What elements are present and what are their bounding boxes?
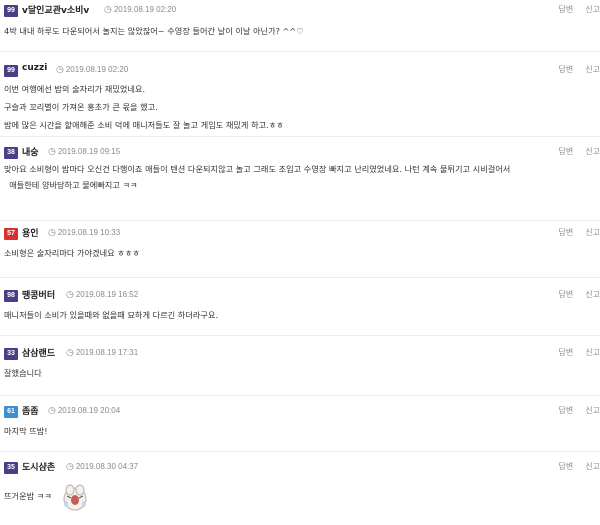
- comment-timestamp: ◷ 2019.08.19 10:33: [48, 227, 121, 237]
- comment-body: 이번 여행에선 밤의 술자리가 재밌었네요. 구슬과 꼬리별이 가져온 홍초가 …: [4, 80, 594, 134]
- comment-actions: 답변 신고: [547, 4, 600, 15]
- comment-timestamp: ◷ 2019.08.19 20:04: [48, 405, 121, 415]
- report-button[interactable]: 신고: [585, 5, 600, 14]
- comment-item: 61 좀좀 ◷ 2019.08.19 20:04 답변 신고 마지막 뜨밤!: [0, 396, 600, 452]
- comment-author[interactable]: 내숭: [22, 145, 39, 158]
- comment-timestamp: ◷ 2019.08.19 09:15: [48, 146, 121, 156]
- comment-author[interactable]: cuzzi: [22, 63, 47, 73]
- comment-actions: 답변 신고: [547, 347, 600, 358]
- comment-author[interactable]: 삼삼랜드: [22, 346, 55, 359]
- report-button[interactable]: 신고: [585, 65, 600, 74]
- report-button[interactable]: 신고: [585, 147, 600, 156]
- level-badge: 99: [4, 65, 18, 77]
- comment-author[interactable]: 땡콩버터: [22, 288, 55, 301]
- comment-author[interactable]: 용인: [22, 226, 39, 239]
- reply-button[interactable]: 답변: [559, 147, 574, 156]
- level-badge: 38: [4, 147, 18, 159]
- comment-text: 밤에 많은 시간을 할애해준 소비 덕에 매니저들도 잘 놀고 게임도 재밌게 …: [4, 120, 284, 130]
- report-button[interactable]: 신고: [585, 462, 600, 471]
- comment-body: 뜨거운밤 ㅋㅋ: [4, 480, 594, 512]
- clock-icon: ◷: [66, 289, 74, 299]
- comment-body: 4박 내내 하루도 다운되어서 놀지는 않았잖어~ 수영장 들어간 날이 이날 …: [4, 22, 594, 40]
- comment-item: 57 용인 ◷ 2019.08.19 10:33 답변 신고 소비형은 술자리마다 …: [0, 221, 600, 278]
- report-button[interactable]: 신고: [585, 348, 600, 357]
- comment-timestamp: ◷ 2019.08.30 04:37: [66, 461, 139, 471]
- clock-icon: ◷: [66, 347, 74, 357]
- reply-button[interactable]: 답변: [559, 65, 574, 74]
- report-button[interactable]: 신고: [585, 290, 600, 299]
- clock-icon: ◷: [48, 146, 56, 156]
- comment-author[interactable]: 도시샴촌: [22, 460, 55, 473]
- reply-button[interactable]: 답변: [559, 5, 574, 14]
- comment-text: 4박 내내 하루도 다운되어서 놀지는 않았잖어~ 수영장 들어간 날이 이날 …: [4, 26, 304, 36]
- comment-text: 매니저들이 소비가 있을때와 없을때 묘하게 다르긴 하더라구요.: [4, 310, 219, 320]
- comment-item: 99 cuzzi ◷ 2019.08.19 02:20 답변 신고 이번 여행에선 …: [0, 52, 600, 137]
- comment-body: 마지막 뜨밤!: [4, 422, 594, 440]
- reply-button[interactable]: 답변: [559, 290, 574, 299]
- clock-icon: ◷: [48, 227, 56, 237]
- reply-button[interactable]: 답변: [559, 462, 574, 471]
- comment-item: 35 도시샴촌 ◷ 2019.08.30 04:37 답변 신고 뜨거운밤 ㅋㅋ: [0, 452, 600, 525]
- comment-item: 33 삼삼랜드 ◷ 2019.08.19 17:31 답변 신고 잘했습니다: [0, 336, 600, 396]
- clock-icon: ◷: [56, 64, 64, 74]
- report-button[interactable]: 신고: [585, 228, 600, 237]
- comment-actions: 답변 신고: [547, 461, 600, 472]
- comment-text: 마지막 뜨밤!: [4, 426, 48, 436]
- reply-button[interactable]: 답변: [559, 348, 574, 357]
- comment-body: 소비형은 술자리마다 가야겠네요 ㅎㅎㅎ: [4, 244, 594, 262]
- level-badge: 61: [4, 406, 18, 418]
- comment-actions: 답변 신고: [547, 64, 600, 75]
- comment-timestamp: ◷ 2019.08.19 02:20: [104, 4, 177, 14]
- comment-text: 맞아요 소비형이 밤마다 오신건 다행이죠 애들이 텐션 다운되지않고 놀고 그…: [4, 164, 511, 174]
- reply-button[interactable]: 답변: [559, 406, 574, 415]
- comment-text: 애들한테 양바당하고 물에빠지고 ㅋㅋ: [4, 180, 138, 190]
- comment-author[interactable]: 좀좀: [22, 404, 39, 417]
- level-badge: 57: [4, 228, 18, 240]
- comment-body: 매니저들이 소비가 있을때와 없을때 묘하게 다르긴 하더라구요.: [4, 306, 594, 324]
- comment-text: 잘했습니다: [4, 368, 42, 378]
- clock-icon: ◷: [66, 461, 74, 471]
- comment-list: 99 v달인교관v소비v ◷ 2019.08.19 02:20 답변 신고 4박 내…: [0, 0, 600, 525]
- comment-author[interactable]: v달인교관v소비v: [22, 3, 89, 16]
- comment-text: 뜨거운밤 ㅋㅋ: [4, 491, 52, 501]
- comment-item: 98 땡콩버터 ◷ 2019.08.19 16:52 답변 신고 매니저들이 소비가…: [0, 278, 600, 336]
- crying-character-emoticon-icon: [63, 484, 87, 510]
- comment-timestamp: ◷ 2019.08.19 16:52: [66, 289, 139, 299]
- level-badge: 99: [4, 5, 18, 17]
- comment-actions: 답변 신고: [547, 289, 600, 300]
- level-badge: 98: [4, 290, 18, 302]
- clock-icon: ◷: [104, 4, 112, 14]
- comment-timestamp: ◷ 2019.08.19 02:20: [56, 64, 129, 74]
- comment-item: 38 내숭 ◷ 2019.08.19 09:15 답변 신고 맞아요 소비형이 밤마…: [0, 137, 600, 221]
- level-badge: 35: [4, 462, 18, 474]
- comment-text: 이번 여행에선 밤의 술자리가 재밌었네요.: [4, 84, 146, 94]
- reply-button[interactable]: 답변: [559, 228, 574, 237]
- comment-text: 구슬과 꼬리별이 가져온 홍초가 큰 몫을 했고.: [4, 102, 158, 112]
- level-badge: 33: [4, 348, 18, 360]
- report-button[interactable]: 신고: [585, 406, 600, 415]
- comment-body: 잘했습니다: [4, 364, 594, 382]
- comment-item: 99 v달인교관v소비v ◷ 2019.08.19 02:20 답변 신고 4박 내…: [0, 0, 600, 52]
- comment-actions: 답변 신고: [547, 405, 600, 416]
- comment-text: 소비형은 술자리마다 가야겠네요 ㅎㅎㅎ: [4, 248, 140, 258]
- comment-timestamp: ◷ 2019.08.19 17:31: [66, 347, 139, 357]
- comment-actions: 답변 신고: [547, 146, 600, 157]
- clock-icon: ◷: [48, 405, 56, 415]
- comment-actions: 답변 신고: [547, 227, 600, 238]
- comment-body: 맞아요 소비형이 밤마다 오신건 다행이죠 애들이 텐션 다운되지않고 놀고 그…: [4, 161, 594, 193]
